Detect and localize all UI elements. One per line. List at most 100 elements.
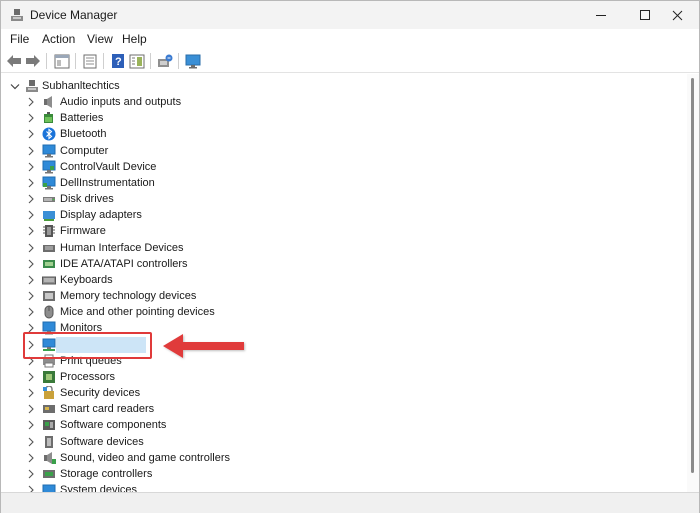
scrollbar-thumb[interactable] xyxy=(691,78,694,473)
chevron-down-icon[interactable] xyxy=(10,83,20,91)
window-title: Device Manager xyxy=(30,8,118,22)
tree-item-disk-drives[interactable]: Disk drives xyxy=(2,191,682,207)
software-device-icon xyxy=(45,435,53,448)
tree-item-memory-technology-devices[interactable]: Memory technology devices xyxy=(2,288,682,304)
tree-item-label: Firmware xyxy=(60,225,106,238)
console-tree-button[interactable] xyxy=(128,52,146,70)
tree-item-controlvault-device[interactable]: ControlVault Device xyxy=(2,159,682,175)
chevron-right-icon[interactable] xyxy=(27,469,35,479)
tree-item-sound-video-and-game-controllers[interactable]: Sound, video and game controllers xyxy=(2,450,682,466)
tree-item-mice-and-other-pointing-devices[interactable]: Mice and other pointing devices xyxy=(2,304,682,320)
chevron-right-icon[interactable] xyxy=(27,243,35,253)
chevron-right-icon[interactable] xyxy=(27,210,35,220)
tree-item-label: Processors xyxy=(60,370,116,383)
menu-file[interactable]: File xyxy=(10,32,29,46)
hid-icon xyxy=(43,244,55,252)
tree-item-keyboards[interactable]: Keyboards xyxy=(2,272,682,288)
properties-pane-button[interactable] xyxy=(53,52,71,70)
chevron-right-icon[interactable] xyxy=(27,259,35,269)
tree-item-label: Software devices xyxy=(60,435,144,448)
chevron-right-icon[interactable] xyxy=(27,437,35,447)
ide-controller-icon xyxy=(43,259,55,268)
tree-root[interactable]: Subhanltechtics xyxy=(2,78,682,94)
tree-item-label: Human Interface Devices xyxy=(60,241,184,254)
chevron-right-icon[interactable] xyxy=(27,291,35,301)
tree-item-computer[interactable]: Computer xyxy=(2,143,682,159)
chevron-right-icon[interactable] xyxy=(27,307,35,317)
chevron-right-icon[interactable] xyxy=(27,194,35,204)
chevron-right-icon[interactable] xyxy=(27,113,35,123)
tree-item-label: IDE ATA/ATAPI controllers xyxy=(60,257,188,270)
chevron-right-icon[interactable] xyxy=(27,162,35,172)
tree-item-label: Sound, video and game controllers xyxy=(60,451,230,464)
tree-item-human-interface-devices[interactable]: Human Interface Devices xyxy=(2,240,682,256)
tree-item-software-devices[interactable]: Software devices xyxy=(2,434,682,450)
tree-item-dellinstrumentation[interactable]: DellInstrumentation xyxy=(2,175,682,191)
tree-item-batteries[interactable]: Batteries xyxy=(2,110,682,126)
mouse-icon xyxy=(44,305,54,319)
minimize-button[interactable] xyxy=(579,1,623,29)
menu-view[interactable]: View xyxy=(87,32,113,46)
properties-pane-icon xyxy=(54,54,70,68)
tree-item-firmware[interactable]: Firmware xyxy=(2,223,682,239)
computer-icon xyxy=(42,144,56,157)
annotation-highlight-box xyxy=(23,332,152,359)
tree-item-storage-controllers[interactable]: Storage controllers xyxy=(2,466,682,482)
tree-item-bluetooth[interactable]: Bluetooth xyxy=(2,126,682,142)
processor-icon xyxy=(43,370,55,383)
tree-item-software-components[interactable]: Software components xyxy=(2,417,682,433)
battery-icon xyxy=(44,112,53,124)
software-component-icon xyxy=(43,420,55,431)
chevron-right-icon[interactable] xyxy=(27,129,35,139)
toolbar: ? xyxy=(1,49,699,73)
annotation-arrow-icon xyxy=(163,334,244,358)
menu-help[interactable]: Help xyxy=(122,32,147,46)
list-button[interactable] xyxy=(81,52,99,70)
chevron-right-icon[interactable] xyxy=(27,404,35,414)
back-button[interactable] xyxy=(5,52,23,70)
scan-hardware-button[interactable] xyxy=(156,52,174,70)
vertical-scrollbar[interactable] xyxy=(687,74,699,492)
chevron-right-icon[interactable] xyxy=(27,388,35,398)
help-icon: ? xyxy=(112,54,124,68)
chevron-right-icon[interactable] xyxy=(27,275,35,285)
system-device-icon xyxy=(42,484,56,492)
chevron-right-icon[interactable] xyxy=(27,146,35,156)
tree-item-processors[interactable]: Processors xyxy=(2,369,682,385)
bluetooth-icon xyxy=(42,127,56,141)
close-icon xyxy=(672,10,682,20)
disk-drive-icon xyxy=(43,197,55,202)
tree-item-ide-ata-atapi-controllers[interactable]: IDE ATA/ATAPI controllers xyxy=(2,256,682,272)
device-tree[interactable]: Subhanltechtics Audio inputs and outputs… xyxy=(2,74,687,492)
device-manager-app-icon xyxy=(11,9,23,21)
tree-item-display-adapters[interactable]: Display adapters xyxy=(2,207,682,223)
forward-icon xyxy=(26,55,40,67)
memory-icon xyxy=(43,291,55,301)
tree-item-label: Mice and other pointing devices xyxy=(60,306,215,319)
tree-item-system-devices[interactable]: System devices xyxy=(2,482,682,492)
monitor-button[interactable] xyxy=(184,52,202,70)
chevron-right-icon[interactable] xyxy=(27,453,35,463)
tree-item-label: Memory technology devices xyxy=(60,290,197,302)
tree-item-label: Display adapters xyxy=(60,209,142,222)
chevron-right-icon[interactable] xyxy=(27,420,35,430)
chevron-right-icon[interactable] xyxy=(27,372,35,382)
monitor-icon xyxy=(185,54,201,68)
chevron-right-icon[interactable] xyxy=(27,178,35,188)
dell-instrumentation-icon xyxy=(42,176,56,190)
tree-item-label: Storage controllers xyxy=(60,467,153,480)
tree-item-security-devices[interactable]: Security devices xyxy=(2,385,682,401)
chevron-right-icon[interactable] xyxy=(27,226,35,236)
back-icon xyxy=(7,55,21,67)
help-button[interactable]: ? xyxy=(109,52,127,70)
chevron-right-icon[interactable] xyxy=(27,485,35,492)
menu-action[interactable]: Action xyxy=(42,32,75,46)
sound-icon xyxy=(44,451,56,464)
close-button[interactable] xyxy=(655,1,699,29)
tree-item-label: Keyboards xyxy=(60,273,113,286)
device-manager-window: Device Manager File Action View Help ? S… xyxy=(0,0,700,513)
tree-item-smart-card-readers[interactable]: Smart card readers xyxy=(2,401,682,417)
tree-item-audio-inputs-and-outputs[interactable]: Audio inputs and outputs xyxy=(2,94,682,110)
forward-button[interactable] xyxy=(24,52,42,70)
chevron-right-icon[interactable] xyxy=(27,97,35,107)
